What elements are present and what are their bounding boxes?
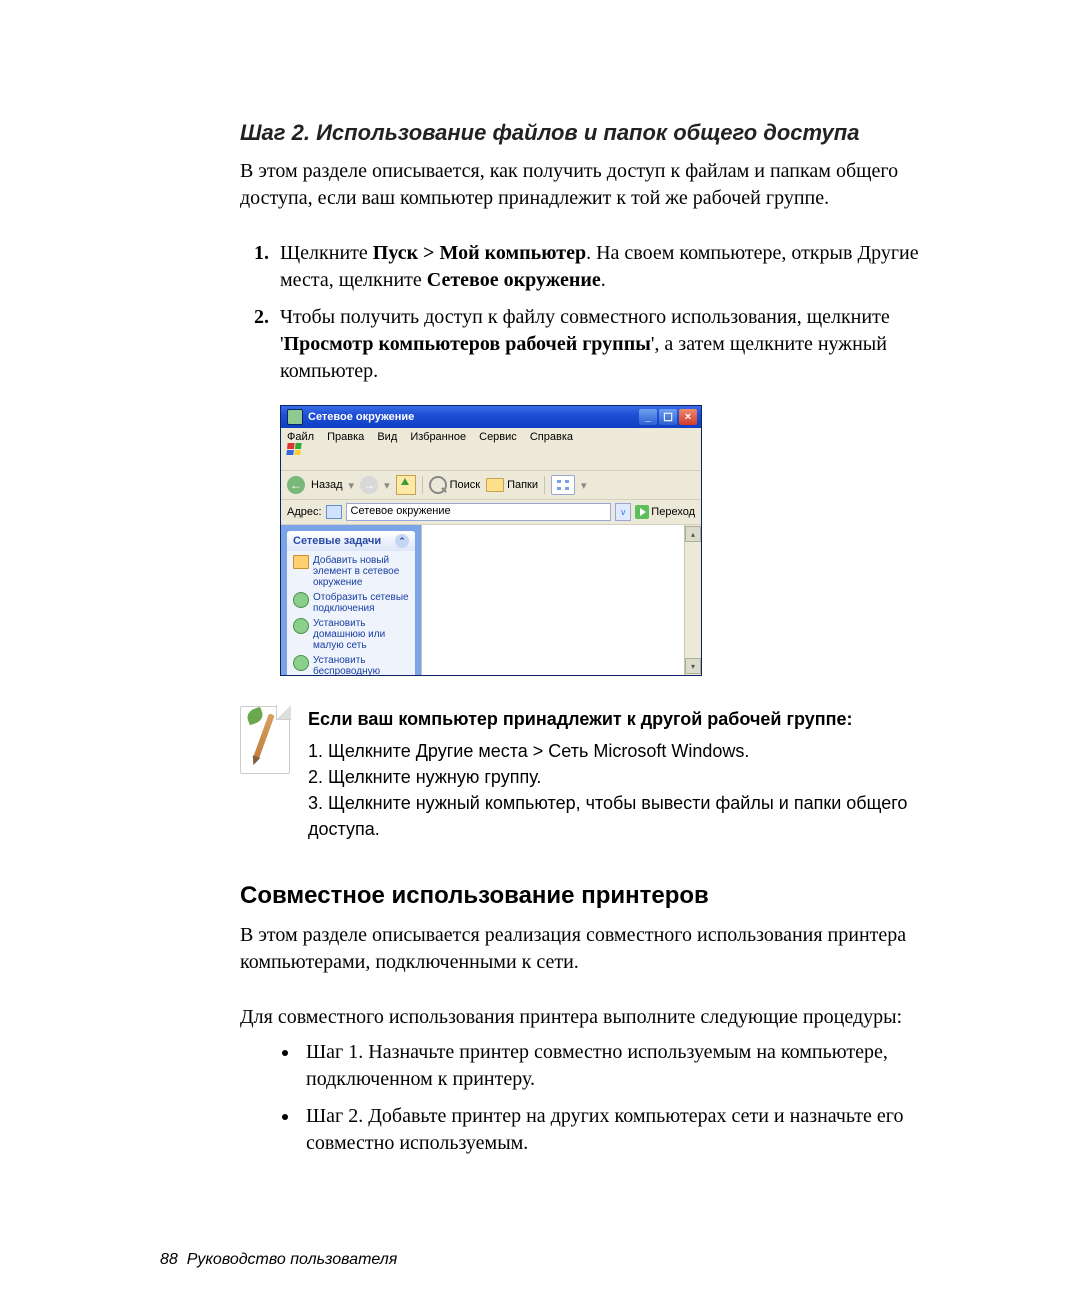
address-field[interactable]: Сетевое окружение [346, 503, 612, 521]
menu-file[interactable]: Файл [287, 431, 314, 443]
page-number: 88 [160, 1251, 178, 1268]
page-footer: 88 Руководство пользователя [160, 1251, 397, 1269]
add-place-icon [293, 555, 309, 569]
intro-paragraph: В этом разделе описывается, как получить… [240, 158, 960, 212]
step-2: Чтобы получить доступ к файлу совместног… [274, 304, 960, 385]
folders-button[interactable]: Папки [486, 478, 538, 492]
note-block: Если ваш компьютер принадлежит к другой … [240, 706, 960, 842]
back-button[interactable]: ← [287, 476, 305, 494]
menu-help[interactable]: Справка [530, 431, 573, 443]
menubar: Файл Правка Вид Избранное Сервис Справка [281, 428, 701, 471]
window-app-icon [287, 409, 303, 425]
note-body: Если ваш компьютер принадлежит к другой … [308, 706, 960, 842]
printers-paragraph-2: Для совместного использования принтера в… [240, 1004, 960, 1031]
task-show-connections[interactable]: Отобразить сетевые подключения [291, 590, 411, 616]
views-icon [557, 480, 569, 490]
window-body: Сетевые задачи ⌃ Добавить новый элемент … [281, 525, 701, 675]
printer-step-1: Шаг 1. Назначьте принтер совместно испол… [300, 1039, 960, 1093]
wireless-icon [293, 655, 309, 671]
note-icon [240, 706, 290, 774]
go-arrow-icon [635, 505, 649, 519]
side-panel: Сетевые задачи ⌃ Добавить новый элемент … [281, 525, 421, 675]
footer-text: Руководство пользователя [187, 1251, 398, 1268]
network-tasks-panel: Сетевые задачи ⌃ Добавить новый элемент … [287, 531, 415, 675]
maximize-button[interactable]: ☐ [659, 409, 677, 425]
task-setup-home-network[interactable]: Установить домашнюю или малую сеть [291, 616, 411, 653]
search-button[interactable]: Поиск [429, 476, 480, 494]
connections-icon [293, 592, 309, 608]
address-icon [326, 505, 342, 519]
close-button[interactable]: × [679, 409, 697, 425]
address-label: Адрес: [287, 506, 322, 518]
step-1: Щелкните Пуск > Мой компьютер. На своем … [274, 240, 960, 294]
address-dropdown[interactable]: v [615, 503, 631, 521]
windows-logo-icon [287, 443, 695, 455]
menu-favorites[interactable]: Избранное [410, 431, 466, 443]
window-titlebar: Сетевое окружение _ ☐ × [281, 406, 701, 428]
folder-icon [486, 478, 504, 492]
address-bar: Адрес: Сетевое окружение v Переход [281, 500, 701, 525]
window-title: Сетевое окружение [308, 411, 414, 423]
panel-header[interactable]: Сетевые задачи ⌃ [287, 531, 415, 551]
steps-list: Щелкните Пуск > Мой компьютер. На своем … [240, 240, 960, 385]
task-add-network-place[interactable]: Добавить новый элемент в сетевое окружен… [291, 553, 411, 590]
main-area: ▴ ▾ [421, 525, 701, 675]
printers-paragraph: В этом разделе описывается реализация со… [240, 922, 960, 976]
note-line-1: 1. Щелкните Другие места > Сеть Microsof… [308, 738, 960, 764]
note-heading: Если ваш компьютер принадлежит к другой … [308, 706, 960, 732]
search-icon [429, 476, 447, 494]
note-line-3: 3. Щелкните нужный компьютер, чтобы выве… [308, 790, 960, 842]
views-button[interactable] [551, 475, 575, 495]
menu-tools[interactable]: Сервис [479, 431, 517, 443]
back-label: Назад [311, 479, 343, 491]
task-setup-wireless[interactable]: Установить беспроводную домашнюю сеть ил… [291, 653, 411, 675]
printer-step-2: Шаг 2. Добавьте принтер на других компью… [300, 1103, 960, 1157]
page: Шаг 2. Использование файлов и папок обще… [0, 0, 1080, 1309]
scroll-down-icon: ▾ [685, 658, 701, 674]
go-button[interactable]: Переход [635, 505, 695, 519]
menu-view[interactable]: Вид [377, 431, 397, 443]
scrollbar[interactable]: ▴ ▾ [684, 525, 701, 675]
screenshot-network-places: Сетевое окружение _ ☐ × Файл Правка Вид … [280, 405, 702, 676]
minimize-button[interactable]: _ [639, 409, 657, 425]
collapse-icon: ⌃ [395, 534, 409, 548]
panel-items: Добавить новый элемент в сетевое окружен… [287, 551, 415, 675]
toolbar: ← Назад ▾ → ▾ Поиск Папки ▾ [281, 471, 701, 500]
printer-steps: Шаг 1. Назначьте принтер совместно испол… [240, 1039, 960, 1157]
forward-button[interactable]: → [360, 476, 378, 494]
scroll-up-icon: ▴ [685, 526, 701, 542]
heading-printer-sharing: Совместное использование принтеров [240, 882, 960, 910]
home-network-icon [293, 618, 309, 634]
note-line-2: 2. Щелкните нужную группу. [308, 764, 960, 790]
heading-step2: Шаг 2. Использование файлов и папок обще… [240, 120, 960, 146]
up-button[interactable] [396, 475, 416, 495]
menu-edit[interactable]: Правка [327, 431, 364, 443]
